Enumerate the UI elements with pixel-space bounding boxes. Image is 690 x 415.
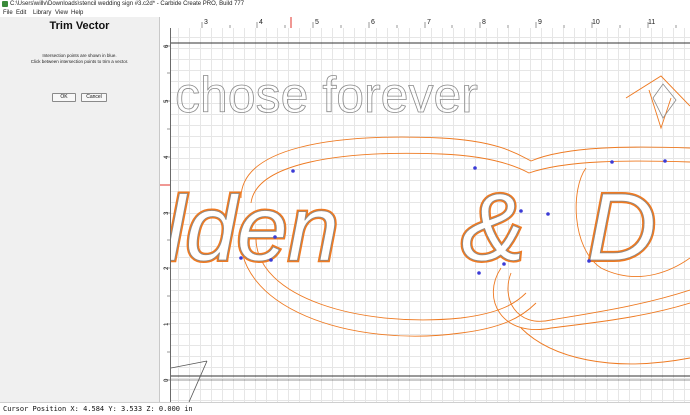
top-ruler-ticks: 3 4 5 6 7 8 9 10 11 (201, 17, 677, 28)
cursor-position-readout: Cursor Position X: 4.584 Y: 3.533 Z: 0.0… (3, 405, 193, 413)
window-title: C:\Users\willv\Downloads\stencil wedding… (10, 1, 245, 7)
design-canvas[interactable]: chose forever lden lden & & D D (171, 28, 690, 402)
intersection-point[interactable] (663, 159, 667, 163)
panel-instruction-2: Click between intersection points to tri… (30, 59, 129, 64)
left-tick-label: 1 (164, 322, 170, 326)
menu-edit[interactable]: Edit (16, 9, 26, 17)
top-tick-label: 6 (371, 19, 375, 26)
toolpath-bottom-right-arc[interactable] (520, 327, 690, 365)
status-bar: Cursor Position X: 4.584 Y: 3.533 Z: 0.0… (0, 402, 690, 415)
left-tick-label: 6 (164, 44, 170, 48)
title-bar: C:\Users\willv\Downloads\stencil wedding… (0, 0, 690, 9)
top-tick-label: 11 (648, 19, 655, 26)
top-tick-label: 8 (482, 19, 486, 26)
left-tick-label: 5 (164, 99, 170, 103)
left-tick-label: 2 (164, 266, 170, 270)
top-tick-label: 4 (259, 19, 263, 26)
intersection-point[interactable] (610, 160, 614, 164)
menu-help[interactable]: Help (71, 9, 83, 17)
vector-corner-mark[interactable] (171, 360, 208, 402)
top-tick-label: 7 (427, 19, 431, 26)
intersection-point[interactable] (269, 258, 273, 262)
intersection-point[interactable] (587, 259, 591, 263)
left-tick-label: 0 (164, 378, 170, 382)
menu-library[interactable]: Library (33, 9, 51, 17)
cancel-button[interactable]: Cancel (81, 93, 107, 102)
intersection-point[interactable] (273, 235, 277, 239)
menu-bar: File Edit Library View Help (0, 9, 690, 17)
top-tick-label: 9 (538, 19, 542, 26)
intersection-point[interactable] (291, 169, 295, 173)
intersection-point[interactable] (519, 209, 523, 213)
menu-file[interactable]: File (3, 9, 13, 17)
vector-text-lden[interactable]: lden (171, 178, 339, 281)
intersection-point[interactable] (502, 262, 506, 266)
vector-text-amp[interactable]: & (461, 174, 526, 282)
top-tick-label: 3 (204, 19, 208, 26)
intersection-point[interactable] (473, 166, 477, 170)
intersection-point[interactable] (239, 256, 243, 260)
left-ruler: 6 5 4 3 2 1 0 (160, 28, 171, 402)
panel-instruction-1: Intersection points are shown in blue. (42, 53, 117, 58)
left-ruler-ticks: 6 5 4 3 2 1 0 (160, 44, 170, 382)
top-tick-label: 10 (592, 19, 600, 26)
left-tick-label: 3 (164, 211, 170, 215)
trim-vector-panel: Trim Vector Intersection points are show… (0, 17, 160, 402)
intersection-point[interactable] (477, 271, 481, 275)
canvas-drawing[interactable]: chose forever lden lden & & D D (171, 28, 690, 402)
panel-title: Trim Vector (49, 20, 110, 32)
intersection-point[interactable] (546, 212, 550, 216)
ok-button[interactable]: OK (52, 93, 76, 102)
vector-text-chose-forever[interactable]: chose forever (175, 67, 479, 124)
top-tick-label: 5 (315, 19, 319, 26)
menu-view[interactable]: View (55, 9, 68, 17)
vector-text-d[interactable]: D (587, 174, 657, 282)
left-tick-label: 4 (164, 155, 170, 159)
toolpath-diamond[interactable] (625, 75, 690, 130)
app-icon (2, 1, 8, 7)
